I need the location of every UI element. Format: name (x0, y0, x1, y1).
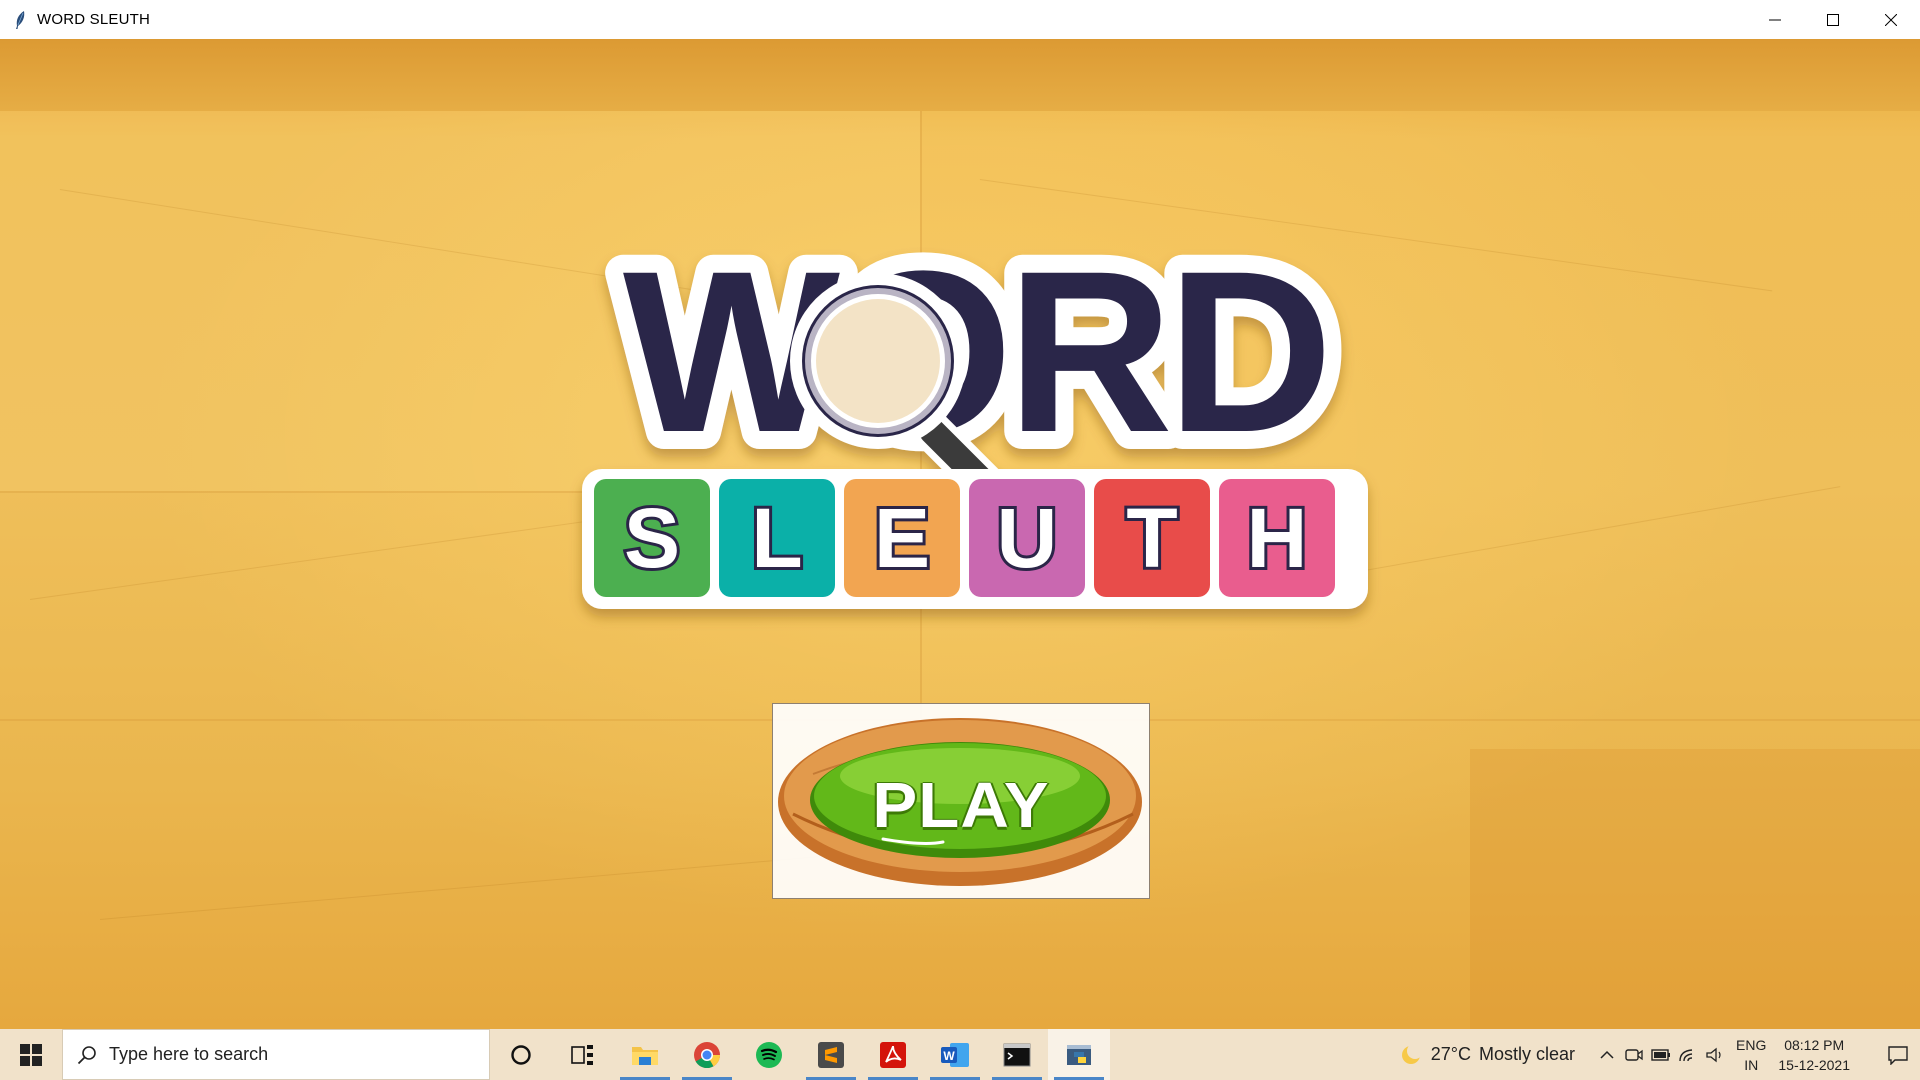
logo-tile-letter: T (1126, 491, 1177, 585)
window-title: WORD SLEUTH (37, 11, 151, 28)
maximize-button[interactable] (1804, 0, 1862, 39)
logo-tile-u: U (969, 479, 1085, 597)
battery-icon (1650, 1048, 1670, 1061)
file-explorer-icon (632, 1046, 658, 1065)
wood-plank-right (1470, 749, 1920, 1029)
svg-text:W: W (943, 1049, 955, 1063)
search-placeholder: Type here to search (109, 1044, 269, 1064)
wood-grain (30, 515, 625, 600)
wifi-button[interactable] (1674, 1029, 1701, 1080)
clock-date: 15-12-2021 (1778, 1056, 1850, 1073)
weather-condition: Mostly clear (1479, 1044, 1576, 1064)
moon-icon (1401, 1042, 1423, 1064)
notification-icon (1888, 1045, 1908, 1065)
game-logo: WORD WORD SLEUTH (582, 239, 1368, 609)
task-view-icon (571, 1044, 593, 1065)
logo-tile-letter: U (997, 491, 1058, 585)
volume-button[interactable] (1701, 1029, 1728, 1080)
start-button[interactable] (0, 1029, 62, 1080)
logo-word-text: WORD (623, 239, 1327, 480)
search-icon (77, 1045, 97, 1065)
language-indicator[interactable]: ENG IN (1736, 1035, 1766, 1075)
logo-tile-letter: E (874, 491, 930, 585)
terminal-button[interactable] (986, 1029, 1048, 1080)
task-view-button[interactable] (552, 1029, 614, 1080)
terminal-icon (1003, 1043, 1031, 1066)
weather-temp: 27°C (1430, 1044, 1471, 1064)
python-icon (1067, 1044, 1091, 1065)
maximize-icon (1827, 13, 1839, 26)
cortana-icon (511, 1044, 531, 1065)
chevron-up-icon (1600, 1050, 1614, 1059)
logo-tile-t: T (1094, 479, 1210, 597)
minimize-button[interactable] (1746, 0, 1804, 39)
wood-plank-top (0, 39, 1920, 111)
feather-icon (11, 9, 29, 31)
minimize-icon (1769, 19, 1781, 20)
taskbar-search-box[interactable]: Type here to search (62, 1029, 490, 1080)
spotify-button[interactable] (738, 1029, 800, 1080)
cortana-button[interactable] (490, 1029, 552, 1080)
language-region: IN (1744, 1056, 1759, 1073)
logo-tile-h: H (1219, 479, 1335, 597)
sublime-text-button[interactable] (800, 1029, 862, 1080)
close-button[interactable] (1862, 0, 1920, 39)
logo-tile-letter: H (1247, 491, 1308, 585)
chrome-button[interactable] (676, 1029, 738, 1080)
taskbar: Type here to search W 27°C Mostly clear (0, 1029, 1920, 1080)
python-app-button[interactable] (1048, 1029, 1110, 1080)
file-explorer-button[interactable] (614, 1029, 676, 1080)
logo-tile-s: S (594, 479, 710, 597)
battery-button[interactable] (1647, 1029, 1674, 1080)
chrome-icon (694, 1041, 721, 1068)
play-button[interactable]: PLAY (772, 703, 1150, 899)
clock[interactable]: 08:12 PM 15-12-2021 (1778, 1035, 1850, 1075)
wifi-icon (1678, 1048, 1692, 1061)
logo-tile-letter: L (751, 491, 802, 585)
word-icon: W (941, 1042, 969, 1067)
game-canvas: WORD WORD SLEUTH PLAY (0, 39, 1920, 1029)
weather-widget[interactable]: 27°C Mostly clear (1399, 1042, 1576, 1067)
word-button[interactable]: W (924, 1029, 986, 1080)
acrobat-button[interactable] (862, 1029, 924, 1080)
notifications-button[interactable] (1876, 1029, 1920, 1080)
clock-time: 08:12 PM (1784, 1036, 1845, 1053)
show-hidden-icons-button[interactable] (1593, 1029, 1620, 1080)
sublime-text-icon (818, 1041, 844, 1068)
windows-icon (20, 1043, 42, 1066)
logo-tile-e: E (844, 479, 960, 597)
language-code: ENG (1736, 1036, 1767, 1053)
close-icon (1885, 13, 1897, 26)
camera-icon (1624, 1048, 1643, 1061)
spotify-icon (756, 1041, 782, 1068)
logo-tile-l: L (719, 479, 835, 597)
title-bar: WORD SLEUTH (0, 0, 1920, 39)
play-button-label: PLAY (872, 769, 1050, 841)
meet-now-button[interactable] (1620, 1029, 1647, 1080)
acrobat-icon (880, 1041, 906, 1068)
speaker-icon (1705, 1047, 1721, 1062)
logo-tile-letter: S (624, 491, 680, 585)
